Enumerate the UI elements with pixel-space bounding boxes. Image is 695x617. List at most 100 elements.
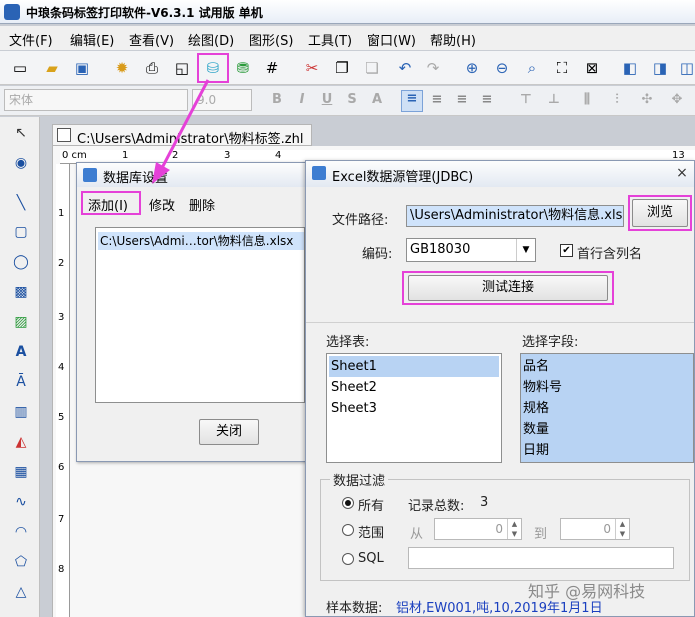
ruler-tick: 7 xyxy=(58,514,65,525)
curve-tool-icon[interactable]: ∿ xyxy=(10,491,32,513)
open-icon[interactable]: ▰ xyxy=(40,56,64,80)
zoom-in-icon[interactable]: ⊕ xyxy=(460,56,484,80)
barcode-tool-icon[interactable]: ▥ xyxy=(10,401,32,423)
ruler-tick: 3 xyxy=(58,312,65,323)
align-top-icon[interactable]: ⊤ xyxy=(517,92,535,110)
first-row-checkbox[interactable]: ✔ xyxy=(560,244,573,257)
close-button[interactable]: 关闭 xyxy=(199,419,259,445)
distribute-h-icon[interactable]: ⫼ xyxy=(578,92,596,110)
chevron-down-icon[interactable]: ▼ xyxy=(516,239,535,261)
add-button[interactable]: 添加(I) xyxy=(88,195,128,214)
excel-icon xyxy=(312,166,326,180)
menu-file[interactable]: 文件(F) xyxy=(9,30,53,49)
list-item[interactable]: Sheet2 xyxy=(329,377,499,398)
format-bar: 宋体 9.0 B I U S A ≡ ≡ ≡ ≡ ⊤ ⊥ ⫼ ⫶ ✣ ✥ xyxy=(0,86,695,116)
line-tool-icon[interactable]: ╲ xyxy=(10,192,32,214)
record-total-label: 记录总数: xyxy=(408,499,465,514)
browse-button[interactable]: 浏览 xyxy=(632,199,688,227)
font-size-select[interactable]: 9.0 xyxy=(192,89,252,111)
align-center-icon[interactable]: ≡ xyxy=(428,92,446,110)
field-label: 选择字段: xyxy=(522,335,579,350)
list-item[interactable]: 日期 xyxy=(523,440,549,461)
menu-tools[interactable]: 工具(T) xyxy=(308,30,352,49)
bring-front-icon[interactable]: ◧ xyxy=(618,56,642,80)
test-connection-button[interactable]: 测试连接 xyxy=(408,275,608,301)
shape-tool-icon[interactable]: ◭ xyxy=(10,431,32,453)
redo-icon[interactable]: ↷ xyxy=(421,56,445,80)
zoom-icon[interactable]: ⌕ xyxy=(520,56,544,80)
database-icon[interactable]: ⛃ xyxy=(231,56,255,80)
align-right-icon[interactable]: ≡ xyxy=(453,92,471,110)
text-effect-button[interactable]: A xyxy=(368,92,386,110)
range-radio[interactable] xyxy=(342,524,354,536)
from-stepper[interactable]: 0 ▲ ▼ xyxy=(434,518,522,540)
menu-help[interactable]: 帮助(H) xyxy=(430,30,476,49)
underline-button[interactable]: U xyxy=(318,92,336,110)
menu-edit[interactable]: 编辑(E) xyxy=(70,30,114,49)
distribute-v-icon[interactable]: ⫶ xyxy=(608,92,626,110)
same-height-icon[interactable]: ✥ xyxy=(668,92,686,110)
undo-icon[interactable]: ↶ xyxy=(393,56,417,80)
list-item[interactable]: 数量 xyxy=(523,419,549,440)
ellipse-tool-icon[interactable]: ◯ xyxy=(10,251,32,273)
cut-icon[interactable]: ✂ xyxy=(300,56,324,80)
polygon-tool-icon[interactable]: ⬠ xyxy=(10,551,32,573)
print-preview-icon[interactable]: ◱ xyxy=(170,56,194,80)
close-icon[interactable]: × xyxy=(672,165,692,183)
database-settings-icon[interactable]: ⛁ xyxy=(197,53,229,83)
copy-icon[interactable]: ❐ xyxy=(330,56,354,80)
delete-button[interactable]: 删除 xyxy=(189,195,215,214)
fit-page-icon[interactable]: ⊠ xyxy=(580,56,604,80)
menu-shape[interactable]: 图形(S) xyxy=(249,30,293,49)
datasource-list[interactable]: C:\Users\Admi…tor\物料信息.xlsx xyxy=(95,227,305,403)
justify-icon[interactable]: ≡ xyxy=(478,92,496,110)
list-item[interactable]: 规格 xyxy=(523,398,549,419)
spinner-icon[interactable]: ▲ ▼ xyxy=(615,519,629,539)
font-family-select[interactable]: 宋体 xyxy=(4,89,188,111)
all-radio[interactable] xyxy=(342,497,354,509)
rich-text-tool-icon[interactable]: Ā xyxy=(10,371,32,393)
table-list[interactable]: Sheet1 Sheet2 Sheet3 xyxy=(326,353,502,463)
strike-button[interactable]: S xyxy=(343,92,361,110)
text-tool-icon[interactable]: A xyxy=(10,341,32,363)
list-item[interactable]: 品名 xyxy=(523,356,549,377)
picture-tool-icon[interactable]: ▨ xyxy=(10,311,32,333)
same-width-icon[interactable]: ✣ xyxy=(638,92,656,110)
field-list[interactable]: 品名 物料号 规格 数量 日期 xyxy=(520,353,694,463)
new-icon[interactable]: ▭ xyxy=(8,56,32,80)
list-item[interactable]: 物料号 xyxy=(523,377,562,398)
print-icon[interactable]: ⎙ xyxy=(140,56,164,80)
menu-draw[interactable]: 绘图(D) xyxy=(188,30,234,49)
document-tab[interactable]: C:\Users\Administrator\物料标签.zhl * xyxy=(52,124,312,162)
to-stepper[interactable]: 0 ▲ ▼ xyxy=(560,518,630,540)
rectangle-tool-icon[interactable]: ▢ xyxy=(10,221,32,243)
zoom-out-icon[interactable]: ⊖ xyxy=(490,56,514,80)
list-item[interactable]: Sheet3 xyxy=(329,398,499,419)
align-middle-icon[interactable]: ⊥ xyxy=(545,92,563,110)
settings-icon[interactable]: ✹ xyxy=(110,56,134,80)
send-back-icon[interactable]: ◨ xyxy=(648,56,672,80)
align-left-icon[interactable]: ≡ xyxy=(401,90,423,112)
paste-icon[interactable]: ❏ xyxy=(360,56,384,80)
image-tool-icon[interactable]: ▩ xyxy=(10,281,32,303)
sql-radio[interactable] xyxy=(342,553,354,565)
menu-window[interactable]: 窗口(W) xyxy=(367,30,416,49)
bold-button[interactable]: B xyxy=(268,92,286,110)
italic-button[interactable]: I xyxy=(293,92,311,110)
group-icon[interactable]: ◫ xyxy=(675,56,695,80)
arc-tool-icon[interactable]: ◠ xyxy=(10,521,32,543)
grid-icon[interactable]: # xyxy=(260,56,284,80)
file-path-field[interactable]: \Users\Administrator\物料信息.xlsx xyxy=(406,205,624,227)
menu-view[interactable]: 查看(V) xyxy=(129,30,174,49)
fit-icon[interactable]: ⛶ xyxy=(550,56,574,80)
rotate-icon[interactable]: ◉ xyxy=(10,152,32,174)
spinner-icon[interactable]: ▲ ▼ xyxy=(507,519,521,539)
select-pointer-icon[interactable]: ↖ xyxy=(10,122,32,144)
edit-button[interactable]: 修改 xyxy=(149,195,175,214)
list-item[interactable]: Sheet1 xyxy=(329,356,499,377)
triangle-tool-icon[interactable]: △ xyxy=(10,581,32,603)
list-item[interactable]: C:\Users\Admi…tor\物料信息.xlsx xyxy=(98,232,304,250)
qrcode-tool-icon[interactable]: ▦ xyxy=(10,461,32,483)
sql-input[interactable] xyxy=(408,547,674,569)
save-icon[interactable]: ▣ xyxy=(70,56,94,80)
